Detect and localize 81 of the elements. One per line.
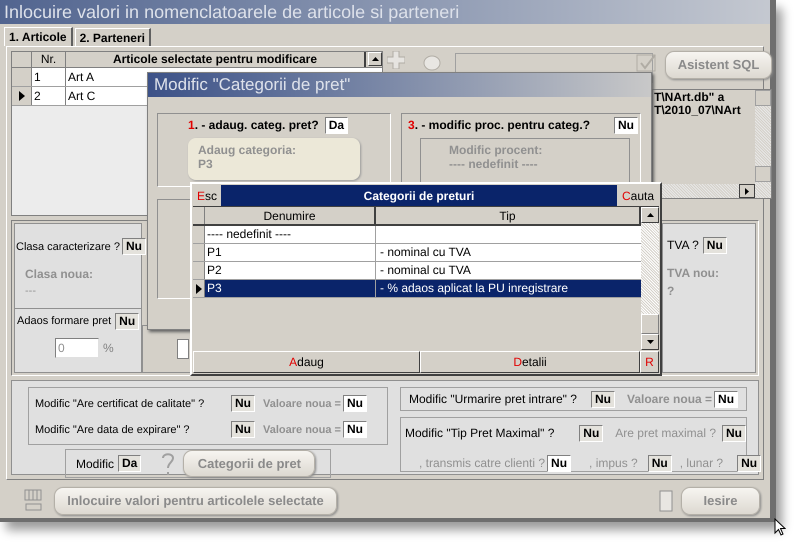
plus-icon[interactable] — [387, 51, 405, 69]
field-value: P3 — [198, 157, 214, 171]
label: , transmis catre clienti ? — [419, 455, 546, 472]
toggle-value[interactable]: Nu — [231, 420, 255, 438]
label: Are pret maximal ? — [615, 426, 716, 440]
label: TVA ? — [667, 237, 699, 254]
log-line: T\NArt.db" a — [654, 91, 726, 104]
dialog-title: Modific "Categorii de pret" — [154, 74, 350, 96]
label: Clasa noua: — [25, 266, 94, 284]
field-label: Adaug categoria: — [198, 143, 298, 157]
toggle-value[interactable]: Nu — [591, 390, 615, 408]
toggle-value[interactable]: Nu — [579, 424, 604, 442]
row-indicator[interactable] — [12, 87, 32, 105]
label: --- — [25, 284, 37, 300]
input-field[interactable] — [177, 339, 189, 359]
label: Modific "Are data de expirare" ? — [35, 424, 190, 436]
toggle-value[interactable]: Nu — [342, 421, 367, 438]
popup-title: Categorii de preturi — [364, 188, 474, 204]
toggle-value[interactable]: Nu — [547, 455, 572, 472]
label: Modific "Urmarire pret intrare" ? — [409, 392, 577, 406]
toggle-value[interactable]: Nu — [115, 312, 140, 330]
toggle-value[interactable]: Nu — [737, 455, 762, 472]
mouse-cursor-icon — [774, 518, 786, 536]
table-cell: P2 — [205, 262, 376, 279]
arrow-up-icon — [372, 57, 378, 61]
arrow-right-icon — [745, 188, 749, 194]
table-cell-text: - nominal cu TVA — [379, 262, 472, 279]
label: Valoare noua = — [627, 392, 712, 406]
table-cell-text: - % adaos aplicat la PU inregistrare — [379, 280, 570, 297]
check-icon[interactable] — [635, 53, 657, 73]
table-cell-text: Art C — [67, 88, 96, 105]
popup-button[interactable]: Adaug — [193, 351, 420, 373]
column-header: Nr. — [32, 52, 66, 67]
circle-icon[interactable] — [423, 55, 441, 71]
label: , impus ? — [589, 456, 638, 470]
label: Adaos formare pret — [17, 314, 112, 330]
label: , lunar ? — [680, 456, 724, 470]
table-cell: P3 — [205, 280, 376, 297]
section-label: 1. - adaug. categ. pret? — [188, 117, 319, 134]
toggle-value[interactable]: Da — [118, 455, 142, 472]
label: % — [103, 340, 114, 357]
arrow-up-icon — [646, 213, 654, 217]
section-label: 3. - modific proc. pentru categ.? — [408, 117, 592, 134]
table-cell-text: Art A — [67, 69, 96, 86]
toggle-value[interactable]: Nu — [614, 116, 638, 134]
scroll-up-button[interactable] — [368, 52, 382, 66]
label: ? — [667, 283, 676, 300]
toggle-value[interactable]: Nu — [648, 455, 672, 472]
toggle-value[interactable]: Da — [324, 116, 348, 134]
toggle-value[interactable]: Nu — [714, 391, 738, 408]
window-title: Inlocuire valori in nomenclatoarele de articole si parteneri — [4, 0, 460, 24]
toggle-value[interactable]: Nu — [722, 425, 746, 442]
arrow-down-icon — [646, 340, 654, 344]
vertical-scrollbar[interactable] — [641, 206, 659, 350]
tab[interactable]: 1. Articole — [4, 27, 73, 46]
label: Modific "Are certificat de calitate" ? — [35, 398, 204, 410]
row-indicator[interactable] — [193, 280, 205, 297]
tab[interactable]: 2. Parteneri — [74, 28, 151, 46]
table-cell: 2 — [32, 87, 66, 105]
question-icon — [161, 450, 176, 476]
toggle-value[interactable]: Nu — [231, 394, 255, 412]
log-line: T\2010_07\NArt — [654, 104, 742, 117]
label: Modific — [76, 456, 114, 472]
toggle-value[interactable]: Nu — [342, 395, 367, 412]
column-header: Denumire — [205, 207, 376, 224]
toggle-value[interactable]: Nu — [702, 236, 727, 254]
table-cell: 1 — [32, 68, 66, 86]
table-cell-text: - nominal cu TVA — [379, 244, 472, 261]
vertical-scrollbar[interactable] — [755, 90, 771, 198]
label: Clasa caracterizare ? — [16, 240, 120, 255]
field-value: ---- nedefinit ---- — [449, 157, 539, 171]
field-label: Modific procent: — [449, 143, 544, 157]
label: Valoare noua = — [263, 398, 341, 410]
table-cell: ---- nedefinit ---- — [205, 226, 376, 243]
popup-button[interactable]: Detalii — [420, 351, 640, 373]
toggle-value[interactable]: Nu — [122, 238, 146, 256]
label: Valoare noua = — [263, 424, 341, 436]
label: TVA nou: — [667, 265, 720, 282]
label: Modific "Tip Pret Maximal" ? — [405, 426, 554, 440]
table-cell: P1 — [205, 244, 376, 261]
scroll-thumb[interactable] — [641, 314, 659, 334]
